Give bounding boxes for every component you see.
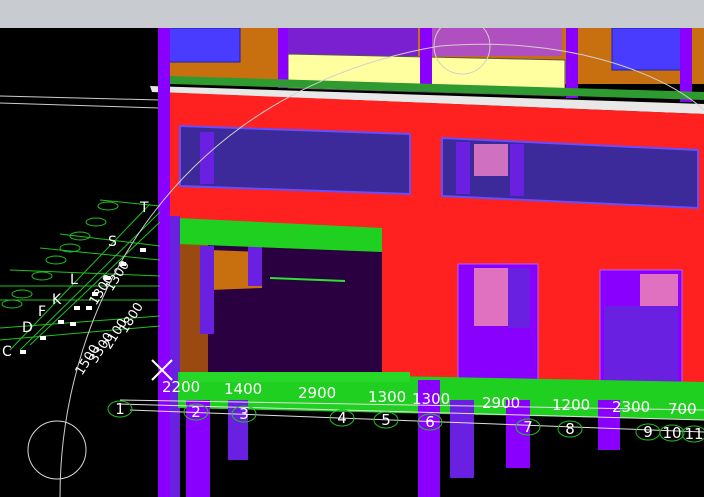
model-canvas[interactable]: T S L K F D C 1500 3300 2100 1800 1300 1… (0, 28, 704, 497)
column (158, 28, 170, 497)
grid-number: 6 (425, 413, 435, 431)
grid-letter: C (2, 344, 12, 360)
door-pane (474, 268, 508, 326)
column (566, 28, 578, 98)
svg-text:700: 700 (668, 400, 697, 418)
upper-window (167, 28, 241, 63)
grid-letter: K (52, 292, 62, 308)
upper-opening (432, 28, 562, 56)
svg-text:2300: 2300 (612, 398, 650, 416)
column (200, 246, 214, 334)
navigation-cube-ring[interactable] (27, 420, 87, 480)
grid-number: 2 (191, 403, 201, 421)
svg-text:2900: 2900 (298, 384, 336, 402)
svg-text:1400: 1400 (224, 380, 262, 398)
grid-number: 7 (523, 418, 533, 436)
column (248, 246, 262, 286)
upper-window (611, 28, 683, 71)
ground-beam-top (180, 372, 410, 382)
svg-text:2200: 2200 (162, 378, 200, 396)
grid-number: 10 (662, 424, 681, 442)
window-mullion (510, 144, 524, 196)
window-pane (474, 144, 508, 176)
side-dimensions-left: 1500 3300 2100 1800 (73, 300, 147, 378)
window-mullion (200, 132, 214, 184)
grid-letter: F (38, 304, 46, 320)
grid-number: 3 (239, 405, 249, 423)
grid-number: 5 (381, 411, 391, 429)
svg-text:1200: 1200 (552, 396, 590, 414)
3d-viewport[interactable]: T S L K F D C 1500 3300 2100 1800 1300 1… (0, 28, 704, 497)
svg-text:1300: 1300 (412, 390, 450, 408)
column (278, 28, 288, 88)
grid-letter: D (22, 320, 33, 336)
svg-text:2900: 2900 (482, 394, 520, 412)
grid-number: 8 (565, 420, 575, 438)
grid-number: 1 (115, 400, 125, 418)
guide-line (0, 102, 161, 109)
grid-letter: S (108, 234, 117, 250)
column (420, 28, 432, 92)
strip-window (179, 124, 411, 196)
window-mullion (456, 142, 470, 194)
grid-number: 11 (684, 425, 703, 443)
column (680, 28, 692, 102)
grid-number: 9 (643, 423, 653, 441)
door-mullion (508, 268, 530, 328)
upper-opening (288, 28, 418, 56)
column (170, 216, 180, 497)
svg-text:1300: 1300 (368, 388, 406, 406)
grid-letter: L (70, 272, 78, 288)
door-panel (604, 306, 678, 386)
grid-number: 4 (337, 409, 347, 427)
title-bar (0, 0, 704, 29)
grid-letter: T (139, 200, 149, 216)
ground-column (450, 400, 474, 478)
guide-line (0, 95, 161, 101)
door-pane (640, 274, 678, 306)
